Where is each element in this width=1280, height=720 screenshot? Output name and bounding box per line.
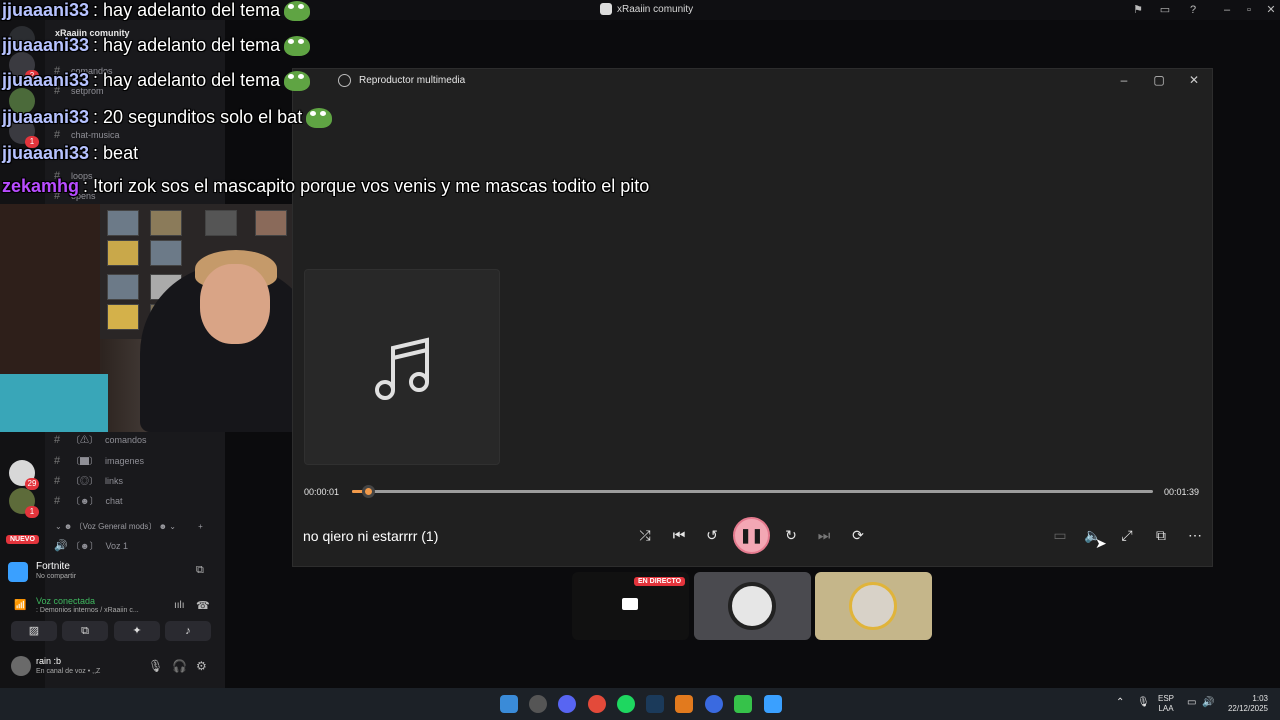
album-art — [304, 269, 500, 465]
channel-chat[interactable]: # 〔☻〕 chat — [54, 494, 123, 507]
tray-chevron-icon[interactable]: ⌃ — [1116, 698, 1124, 708]
more-options-icon[interactable]: ⋯ — [1185, 527, 1205, 544]
media-player-icon — [338, 74, 351, 87]
total-time: 00:01:39 — [1164, 487, 1200, 497]
kick-icon[interactable] — [734, 695, 752, 713]
participant-tile[interactable] — [694, 572, 811, 640]
video-off-button[interactable]: ▨ — [11, 621, 57, 641]
share-screen-icon[interactable]: ⧉ — [196, 564, 204, 577]
clock[interactable]: 1:03 22/12/2025 — [1226, 694, 1268, 714]
server-icon[interactable]: 1 — [9, 488, 39, 518]
settings-icon[interactable]: ⚙ — [196, 659, 207, 673]
player-maximize-icon[interactable]: ▢ — [1151, 73, 1167, 87]
fl-studio-icon[interactable] — [675, 695, 693, 713]
mini-player-icon[interactable]: ⧉ — [1151, 527, 1171, 544]
user-name[interactable]: rain :b — [36, 656, 61, 666]
pepe-emote-icon — [306, 107, 333, 128]
chat-message: zekamhg: !tori zok sos el mascapito porq… — [2, 176, 650, 196]
voice-channel[interactable]: 🔊 〔☻〕 Voz 1 — [54, 539, 128, 552]
fortnite-taskbar-icon[interactable] — [764, 695, 782, 713]
pepe-emote-icon — [284, 0, 311, 21]
fullscreen-icon[interactable]: ⤢ — [1117, 527, 1137, 544]
taskbar — [0, 688, 1280, 720]
signal-icon: 📶 — [14, 600, 27, 611]
webcam-feed — [0, 204, 340, 432]
app-title: xRaaiin comunity — [600, 3, 693, 15]
fortnite-icon — [8, 562, 28, 582]
forward-30-icon[interactable]: ↻ — [781, 527, 801, 544]
microphone-icon[interactable]: 🎙 — [148, 659, 163, 673]
channel-item[interactable]: # chat-musica — [54, 129, 120, 141]
soundboard-button[interactable]: ♪ — [165, 621, 211, 641]
activity-subtitle: No compartir — [36, 573, 77, 580]
window-icon[interactable]: ▭ — [1158, 3, 1172, 17]
disconnect-icon[interactable]: ☎ — [196, 599, 210, 612]
start-icon[interactable] — [500, 695, 518, 713]
screen-share-button[interactable]: ⧉ — [62, 621, 108, 641]
activity-title: Fortnite — [36, 561, 70, 572]
spotify-icon[interactable] — [617, 695, 635, 713]
chat-message: jjuaaani33: 20 segunditos solo el bat — [2, 107, 333, 128]
tray-mic-icon[interactable]: 🎙 — [1137, 698, 1150, 708]
player-minimize-icon[interactable]: – — [1116, 73, 1132, 87]
current-time: 00:00:01 — [304, 487, 340, 497]
chat-message: jjuaaani33: hay adelanto del tema — [2, 70, 311, 91]
pepe-emote-icon — [284, 35, 311, 56]
voice-category[interactable]: ⌄ ☻ 〔Voz General mods〕 ☻ ⌄ + — [55, 521, 203, 532]
player-close-icon[interactable]: ✕ — [1186, 73, 1202, 87]
live-badge: EN DIRECTO — [634, 577, 686, 586]
language-indicator[interactable]: ESP LAA — [1158, 694, 1174, 714]
captions-icon[interactable]: ▭ — [1050, 527, 1070, 544]
help-icon[interactable]: ? — [1186, 3, 1200, 17]
headphones-icon[interactable]: 🎧 — [172, 659, 187, 673]
screen-icon — [622, 598, 638, 610]
new-badge: NUEVO — [6, 535, 39, 544]
channel-comandos[interactable]: # 〔⚠〕 comandos — [54, 433, 147, 446]
discord-icon[interactable] — [558, 695, 576, 713]
song-title: no qiero ni estarrrr (1) — [303, 528, 439, 544]
chrome-icon[interactable] — [588, 695, 606, 713]
activities-button[interactable]: ✦ — [114, 621, 160, 641]
voice-status: Voz conectada — [36, 596, 96, 606]
next-icon[interactable]: ⏭ — [814, 527, 834, 544]
noise-suppression-icon[interactable]: ıılı — [174, 600, 185, 611]
user-status: En canal de voz • ,,Z — [36, 668, 101, 675]
shuffle-icon[interactable]: ⤮ — [635, 527, 655, 544]
avatar — [849, 582, 897, 630]
chat-message: jjuaaani33: hay adelanto del tema — [2, 35, 311, 56]
network-icon[interactable]: ▭ — [1187, 698, 1196, 708]
channel-imagenes[interactable]: # 〔▇〕 imagenes — [54, 454, 144, 467]
inbox-icon[interactable]: ⚑ — [1131, 3, 1145, 17]
rewind-10-icon[interactable]: ↺ — [702, 527, 722, 544]
minimize-icon[interactable]: – — [1220, 3, 1234, 17]
maximize-icon[interactable]: ▫ — [1242, 3, 1256, 17]
seek-thumb[interactable] — [362, 485, 376, 498]
pepe-emote-icon — [284, 70, 311, 91]
avatar[interactable] — [11, 656, 31, 676]
pause-button[interactable]: ❚❚ — [733, 517, 770, 554]
obs-icon[interactable] — [529, 695, 547, 713]
browser-icon[interactable] — [705, 695, 723, 713]
voice-channel-name[interactable]: : Demonios internos / xRaaiin c... — [36, 607, 139, 614]
repeat-off-icon[interactable]: ⟳ — [848, 527, 868, 544]
volume-tray-icon[interactable]: 🔊 — [1202, 698, 1214, 708]
close-icon[interactable]: ✕ — [1264, 3, 1278, 17]
discord-window-icon — [600, 3, 612, 15]
avatar — [728, 582, 776, 630]
server-icon[interactable]: 29 — [9, 460, 39, 490]
mouse-cursor-icon: ➤ — [1095, 535, 1107, 551]
player-title: Reproductor multimedia — [359, 75, 466, 86]
participant-tile[interactable] — [815, 572, 932, 640]
previous-icon[interactable]: ⏮ — [669, 527, 689, 544]
channel-links[interactable]: # 〔◎〕 links — [54, 474, 123, 487]
steam-icon[interactable] — [646, 695, 664, 713]
music-note-icon — [375, 337, 429, 400]
seek-bar[interactable] — [352, 490, 1153, 493]
chat-message: jjuaaani33: hay adelanto del tema — [2, 0, 311, 21]
chat-message: jjuaaani33: beat — [2, 143, 139, 163]
